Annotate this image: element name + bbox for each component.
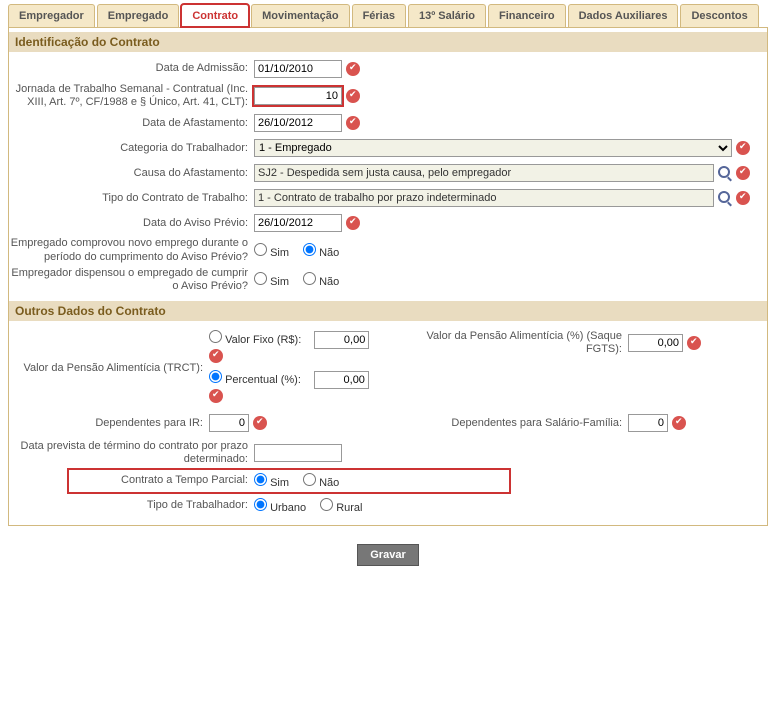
input-data-termino[interactable] <box>254 444 342 462</box>
check-icon <box>736 141 750 155</box>
input-aviso-previo[interactable] <box>254 214 342 232</box>
tab-financeiro[interactable]: Financeiro <box>488 4 566 27</box>
radio-valor-fixo[interactable]: Valor Fixo (R$): <box>209 334 301 346</box>
tab-descontos[interactable]: Descontos <box>680 4 758 27</box>
label-pensao-fgts: Valor da Pensão Alimentícia (%) (Saque F… <box>398 330 628 356</box>
save-button[interactable]: Gravar <box>357 544 418 566</box>
check-icon <box>253 416 267 430</box>
label-comprovou-emprego: Empregado comprovou novo emprego durante… <box>9 237 254 263</box>
label-jornada: Jornada de Trabalho Semanal - Contratual… <box>9 83 254 109</box>
check-icon <box>687 336 701 350</box>
check-icon <box>736 166 750 180</box>
tab-f-rias[interactable]: Férias <box>352 4 406 27</box>
check-icon <box>346 62 360 76</box>
section-outros-dados: Outros Dados do Contrato <box>9 301 767 321</box>
label-categoria: Categoria do Trabalhador: <box>9 142 254 155</box>
radio-dispensou-sim[interactable]: Sim <box>254 272 289 288</box>
tab-empregado[interactable]: Empregado <box>97 4 180 27</box>
label-aviso-previo: Data do Aviso Prévio: <box>9 217 254 230</box>
radio-parcial-sim[interactable]: Sim <box>254 473 289 489</box>
check-icon <box>346 216 360 230</box>
input-data-admissao[interactable] <box>254 60 342 78</box>
label-dep-ir: Dependentes para IR: <box>9 417 209 430</box>
label-data-admissao: Data de Admissão: <box>9 62 254 75</box>
input-pensao-fgts[interactable] <box>628 334 683 352</box>
check-icon <box>736 191 750 205</box>
radio-dispensou-nao[interactable]: Não <box>303 272 339 288</box>
radio-comprovou-sim[interactable]: Sim <box>254 243 289 259</box>
label-tipo-trabalhador: Tipo de Trabalhador: <box>9 499 254 512</box>
check-icon <box>346 89 360 103</box>
check-icon <box>672 416 686 430</box>
label-dep-sf: Dependentes para Salário-Família: <box>398 417 628 430</box>
radio-parcial-nao[interactable]: Não <box>303 473 339 489</box>
tab-dados-auxiliares[interactable]: Dados Auxiliares <box>568 4 679 27</box>
label-data-afastamento: Data de Afastamento: <box>9 117 254 130</box>
tab-movimenta-o[interactable]: Movimentação <box>251 4 349 27</box>
label-pensao-trct: Valor da Pensão Alimentícia (TRCT): <box>9 362 209 375</box>
radio-percentual[interactable]: Percentual (%): <box>209 374 301 386</box>
label-tipo-contrato: Tipo do Contrato de Trabalho: <box>9 192 254 205</box>
radio-rural[interactable]: Rural <box>320 498 362 514</box>
label-tempo-parcial: Contrato a Tempo Parcial: <box>69 474 254 487</box>
radio-comprovou-nao[interactable]: Não <box>303 243 339 259</box>
label-dispensou-aviso: Empregador dispensou o empregado de cump… <box>9 267 254 293</box>
label-causa-afastamento: Causa do Afastamento: <box>9 167 254 180</box>
search-icon[interactable] <box>718 191 732 205</box>
input-dep-ir[interactable] <box>209 414 249 432</box>
tab-13-sal-rio[interactable]: 13º Salário <box>408 4 486 27</box>
label-data-termino: Data prevista de término do contrato por… <box>9 440 254 466</box>
check-icon <box>209 349 223 363</box>
check-icon <box>209 389 223 403</box>
tab-contrato[interactable]: Contrato <box>181 4 249 27</box>
input-data-afastamento[interactable] <box>254 114 342 132</box>
input-valor-fixo[interactable] <box>314 331 369 349</box>
lookup-tipo-contrato[interactable]: 1 - Contrato de trabalho por prazo indet… <box>254 189 714 207</box>
lookup-causa[interactable]: SJ2 - Despedida sem justa causa, pelo em… <box>254 164 714 182</box>
select-categoria[interactable]: 1 - Empregado <box>254 139 732 157</box>
radio-urbano[interactable]: Urbano <box>254 498 306 514</box>
input-jornada[interactable] <box>254 87 342 105</box>
section-identificacao: Identificação do Contrato <box>9 32 767 52</box>
search-icon[interactable] <box>718 166 732 180</box>
tab-empregador[interactable]: Empregador <box>8 4 95 27</box>
check-icon <box>346 116 360 130</box>
input-dep-sf[interactable] <box>628 414 668 432</box>
input-percentual[interactable] <box>314 371 369 389</box>
